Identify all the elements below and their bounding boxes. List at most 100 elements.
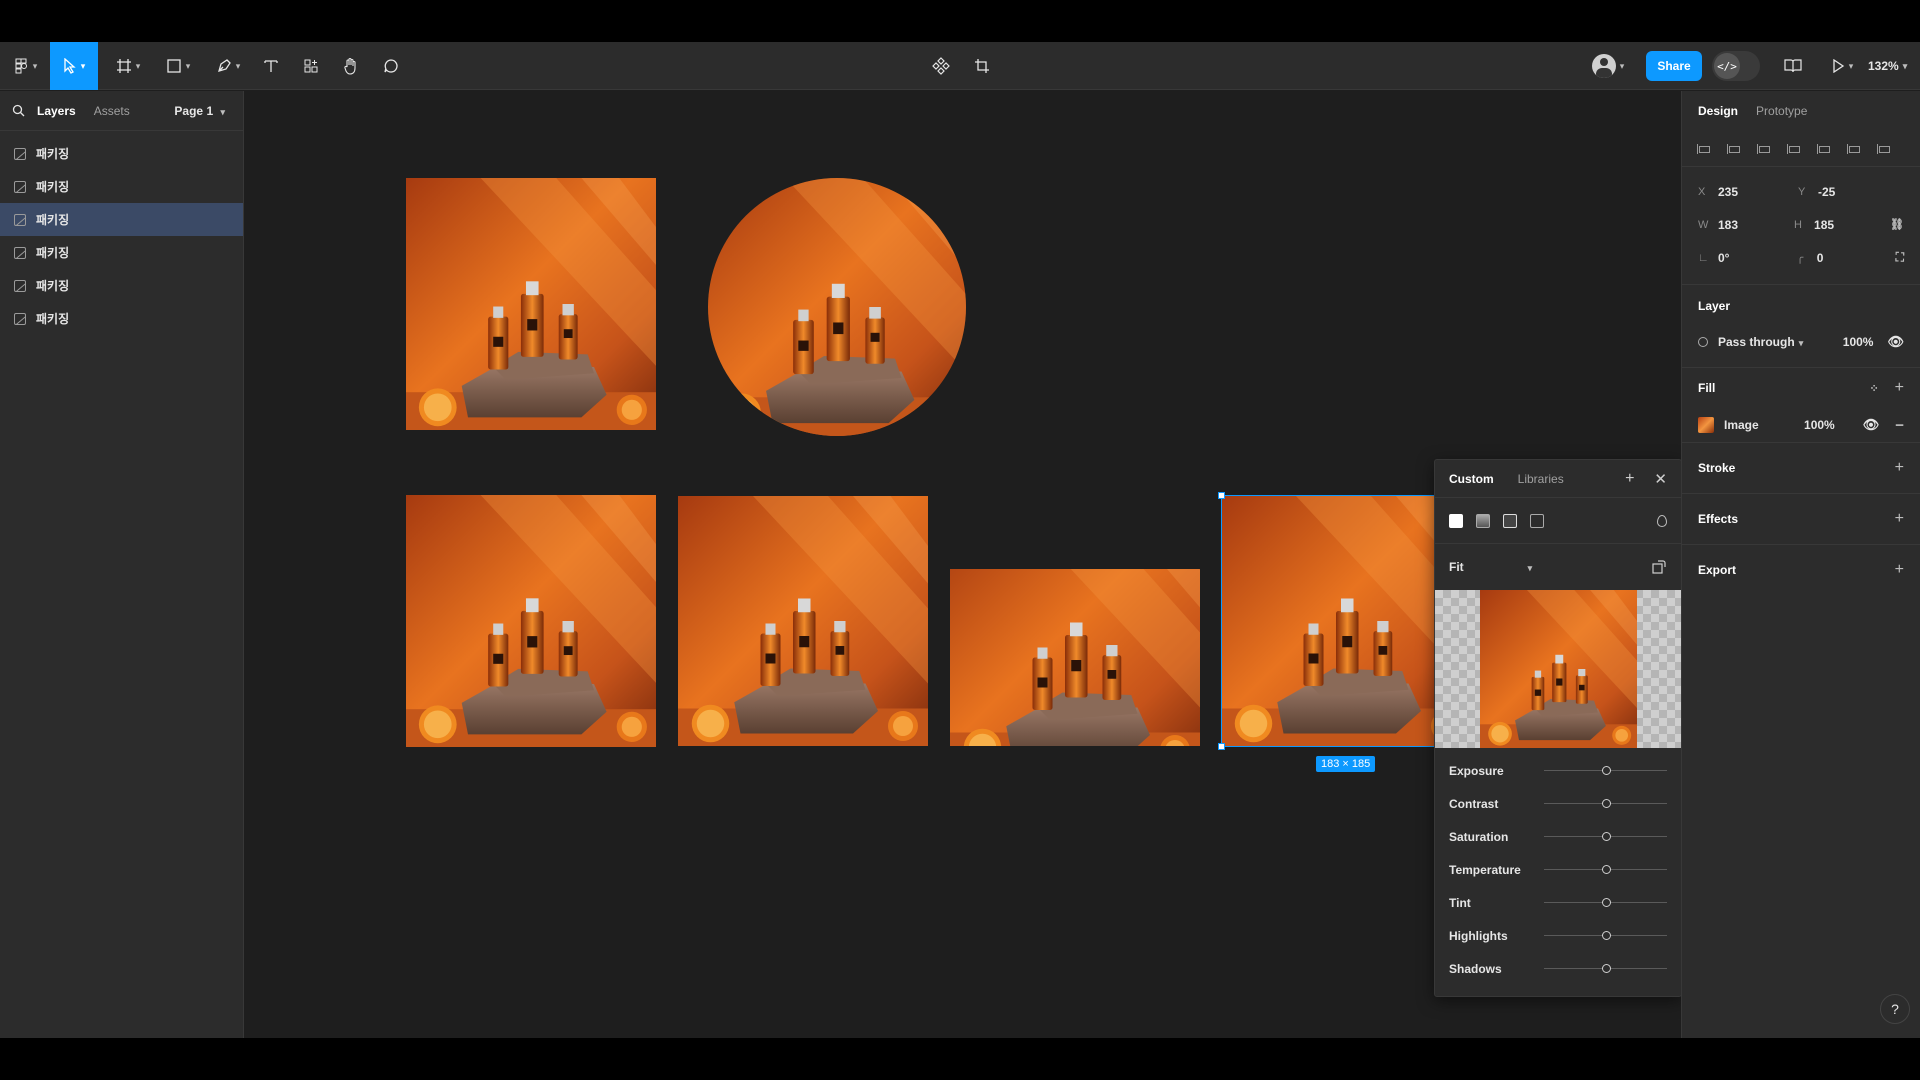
zoom-dropdown[interactable]: 132% ▾ (1868, 42, 1907, 90)
tab-libraries[interactable]: Libraries (1518, 472, 1564, 486)
plus-icon[interactable]: + (1625, 470, 1634, 488)
slider-thumb[interactable] (1602, 898, 1612, 907)
dev-mode-toggle[interactable]: </> (1712, 51, 1760, 81)
slider-thumb[interactable] (1602, 766, 1612, 775)
slider-thumb[interactable] (1602, 964, 1612, 973)
resize-handle[interactable] (1218, 743, 1225, 750)
zoom-value: 132% (1868, 59, 1899, 73)
y-field[interactable]: Y -25 (1798, 185, 1898, 199)
add-export-icon[interactable]: + (1895, 561, 1904, 579)
add-stroke-icon[interactable]: + (1895, 459, 1904, 477)
layer-row[interactable]: 패키징 (0, 269, 243, 302)
height-field[interactable]: H 185 (1794, 218, 1890, 232)
tab-custom[interactable]: Custom (1449, 472, 1494, 486)
tint-slider[interactable] (1544, 898, 1667, 907)
gradient-fill-icon[interactable] (1476, 513, 1490, 528)
layer-row[interactable]: 패키징 (0, 236, 243, 269)
x-field[interactable]: X 235 (1698, 185, 1798, 199)
tab-layers[interactable]: Layers (37, 104, 76, 118)
hand-tool-button[interactable] (336, 42, 366, 90)
adjustments-list: Exposure Contrast Saturation Temperature… (1435, 748, 1681, 985)
component-button[interactable] (926, 42, 956, 90)
tab-design[interactable]: Design (1698, 104, 1738, 118)
temperature-slider[interactable] (1544, 865, 1667, 874)
scale-mode-dropdown[interactable]: Fit ▾ (1449, 560, 1532, 574)
adjustment-label: Shadows (1449, 961, 1502, 976)
help-button[interactable]: ? (1880, 994, 1910, 1024)
comment-tool-button[interactable] (376, 42, 406, 90)
adjustment-label: Tint (1449, 895, 1471, 910)
perfume-image-circle[interactable] (708, 178, 966, 436)
close-icon[interactable]: ✕ (1654, 470, 1667, 488)
add-effect-icon[interactable]: + (1895, 510, 1904, 528)
independent-corners-icon[interactable]: ⛶ (1896, 250, 1904, 265)
shape-tool-button[interactable]: ▾ (158, 42, 198, 90)
image-fill-swatch[interactable] (1698, 417, 1714, 433)
resources-tool-button[interactable] (296, 42, 326, 90)
fill-opacity[interactable]: 100% (1804, 418, 1835, 432)
align-left-icon[interactable] (1696, 142, 1710, 156)
transform-properties: X 235 Y -25 W 183 H 185 ⛓ ∟ 0° ╭ 0 ⛶ (1682, 167, 1920, 285)
exposure-slider[interactable] (1544, 766, 1667, 775)
rotate-icon[interactable] (1651, 559, 1667, 575)
toolbar: ▾ ▾ ▾ ▾ ▾ ▾ Share </> ▾ 132% ▾ (0, 42, 1920, 90)
saturation-slider[interactable] (1544, 832, 1667, 841)
constrain-proportions-icon[interactable]: ⛓ (1890, 218, 1904, 231)
tab-assets[interactable]: Assets (94, 104, 130, 118)
video-fill-icon[interactable] (1530, 513, 1544, 528)
highlights-slider[interactable] (1544, 931, 1667, 940)
y-label: Y (1798, 185, 1806, 198)
layer-row[interactable]: 패키징 (0, 302, 243, 335)
frame-tool-button[interactable]: ▾ (108, 42, 148, 90)
perfume-image[interactable] (406, 178, 656, 430)
remove-fill-icon[interactable]: − (1895, 417, 1904, 434)
styles-grid-icon[interactable]: ⁘ (1869, 383, 1878, 395)
shadows-slider[interactable] (1544, 964, 1667, 973)
slider-thumb[interactable] (1602, 865, 1612, 874)
move-tool-button[interactable]: ▾ (50, 42, 98, 90)
align-center-icon[interactable] (1726, 142, 1740, 156)
solid-fill-icon[interactable] (1449, 513, 1463, 528)
distribute-icon[interactable] (1876, 142, 1890, 156)
contrast-slider[interactable] (1544, 799, 1667, 808)
image-preview[interactable] (1435, 590, 1681, 748)
share-button[interactable]: Share (1646, 51, 1702, 81)
add-fill-icon[interactable]: + (1895, 379, 1904, 396)
fill-type-selector (1435, 498, 1681, 544)
fill-type[interactable]: Image (1724, 418, 1759, 432)
layer-row[interactable]: 패키징 (0, 170, 243, 203)
resize-handle[interactable] (1218, 492, 1225, 499)
pen-tool-button[interactable]: ▾ (208, 42, 248, 90)
layer-row-selected[interactable]: 패키징 (0, 203, 243, 236)
crop-button[interactable] (967, 42, 997, 90)
slider-thumb[interactable] (1602, 799, 1612, 808)
eye-icon[interactable]: 👁 (1887, 334, 1904, 350)
library-button[interactable] (1778, 42, 1808, 90)
user-menu-button[interactable]: ▾ (1584, 42, 1632, 90)
radius-field[interactable]: ╭ 0 (1797, 251, 1896, 265)
slider-thumb[interactable] (1602, 931, 1612, 940)
align-middle-icon[interactable] (1816, 142, 1830, 156)
layer-opacity[interactable]: 100% (1843, 335, 1874, 349)
align-top-icon[interactable] (1786, 142, 1800, 156)
perfume-image[interactable] (406, 495, 656, 747)
search-icon[interactable] (12, 104, 25, 117)
slider-thumb[interactable] (1602, 832, 1612, 841)
align-right-icon[interactable] (1756, 142, 1770, 156)
perfume-image-wide[interactable] (950, 569, 1200, 746)
eye-icon[interactable]: 👁 (1863, 417, 1880, 433)
image-fill-icon[interactable] (1503, 513, 1517, 528)
tab-prototype[interactable]: Prototype (1756, 104, 1807, 118)
main-menu-button[interactable]: ▾ (6, 42, 46, 90)
rotation-field[interactable]: ∟ 0° (1698, 251, 1797, 265)
text-tool-button[interactable] (256, 42, 286, 90)
perfume-image[interactable] (678, 496, 928, 746)
page-selector[interactable]: Page 1 ▾ (174, 104, 225, 118)
width-field[interactable]: W 183 (1698, 218, 1794, 232)
blend-mode-dropdown[interactable]: Pass through ▾ (1718, 335, 1803, 349)
align-bottom-icon[interactable] (1846, 142, 1860, 156)
perfume-image-selected[interactable] (1221, 496, 1434, 746)
blend-drop-icon[interactable] (1657, 514, 1667, 527)
present-button[interactable]: ▾ (1824, 42, 1860, 90)
layer-row[interactable]: 패키징 (0, 137, 243, 170)
